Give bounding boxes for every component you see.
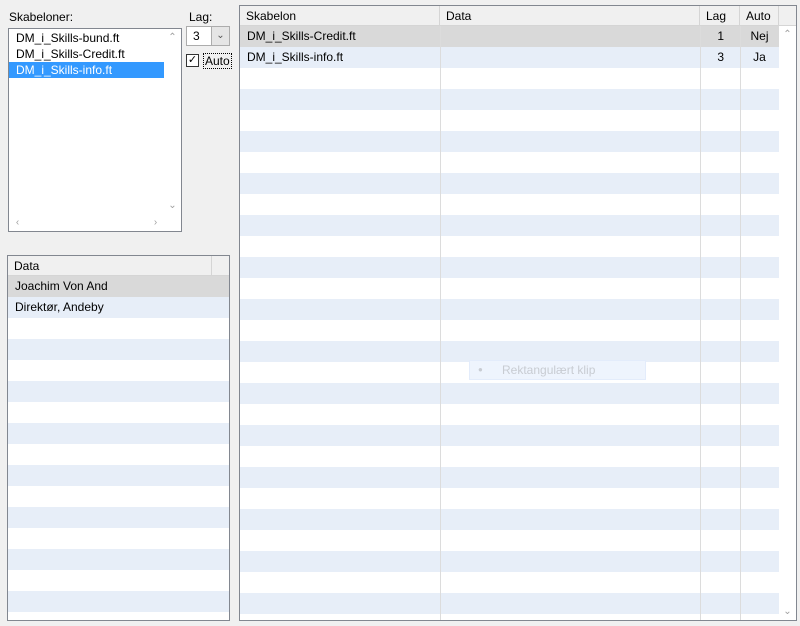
- empty-row: [8, 486, 229, 507]
- templates-listbox[interactable]: DM_i_Skills-bund.ft DM_i_Skills-Credit.f…: [8, 28, 182, 232]
- column-header-template[interactable]: Skabelon: [240, 6, 440, 26]
- ghost-menu-item: ● Rektangulært klip: [469, 360, 646, 380]
- templates-label: Skabeloner:: [9, 10, 74, 24]
- empty-row: [240, 530, 779, 551]
- main-table: Skabelon Data Lag Auto DM_i_Skills-Credi…: [239, 5, 797, 621]
- table-row[interactable]: Joachim Von And: [8, 276, 229, 297]
- empty-row: [240, 173, 779, 194]
- empty-row: [240, 593, 779, 614]
- cell-template: DM_i_Skills-info.ft: [247, 50, 344, 64]
- column-header-auto[interactable]: Auto: [740, 6, 779, 26]
- scroll-right-icon[interactable]: ›: [147, 214, 164, 231]
- empty-row: [8, 612, 229, 620]
- empty-row: [8, 549, 229, 570]
- cell-auto: Ja: [753, 50, 766, 64]
- vertical-scrollbar[interactable]: ⌃ ⌄: [779, 26, 796, 620]
- cell-template: DM_i_Skills-Credit.ft: [247, 29, 356, 43]
- empty-row: [240, 614, 779, 620]
- horizontal-scrollbar[interactable]: ‹ ›: [9, 214, 164, 231]
- layer-label: Lag:: [189, 10, 213, 24]
- empty-row: [8, 570, 229, 591]
- empty-row: [240, 278, 779, 299]
- empty-row: [240, 446, 779, 467]
- empty-row: [240, 236, 779, 257]
- empty-row: [8, 402, 229, 423]
- auto-checkbox[interactable]: ✓: [186, 54, 199, 67]
- empty-row: [8, 444, 229, 465]
- scroll-left-icon[interactable]: ‹: [9, 214, 26, 231]
- empty-row: [8, 360, 229, 381]
- empty-row: [8, 591, 229, 612]
- empty-row: [240, 131, 779, 152]
- empty-row: [8, 318, 229, 339]
- empty-row: [240, 152, 779, 173]
- template-item[interactable]: DM_i_Skills-Credit.ft: [9, 46, 166, 62]
- empty-row: [240, 572, 779, 593]
- column-header-layer[interactable]: Lag: [700, 6, 740, 26]
- cell-auto: Nej: [750, 29, 769, 43]
- bullet-icon: ●: [478, 365, 483, 374]
- empty-row: [240, 383, 779, 404]
- chevron-down-icon[interactable]: ⌄: [211, 27, 229, 45]
- column-header-data[interactable]: Data: [440, 6, 700, 26]
- cell-layer: 3: [717, 50, 724, 64]
- empty-row: [8, 423, 229, 444]
- empty-row: [8, 528, 229, 549]
- empty-row: [240, 110, 779, 131]
- empty-row: [240, 89, 779, 110]
- empty-row: [240, 299, 779, 320]
- empty-row: [8, 465, 229, 486]
- empty-row: [240, 488, 779, 509]
- empty-row: [240, 194, 779, 215]
- empty-row: [240, 404, 779, 425]
- empty-row: [240, 257, 779, 278]
- cell-layer: 1: [717, 29, 724, 43]
- empty-row: [240, 509, 779, 530]
- scroll-up-icon[interactable]: ⌃: [164, 29, 181, 46]
- empty-row: [240, 551, 779, 572]
- vertical-scrollbar[interactable]: ⌃ ⌄: [164, 29, 181, 214]
- table-row[interactable]: DM_i_Skills-Credit.ft 1 Nej: [240, 26, 779, 47]
- scroll-up-icon[interactable]: ⌃: [779, 26, 796, 43]
- auto-label[interactable]: Auto: [203, 53, 232, 69]
- empty-row: [240, 467, 779, 488]
- empty-row: [8, 339, 229, 360]
- ghost-menu-label: Rektangulært klip: [502, 363, 596, 377]
- cell-data: Joachim Von And: [15, 279, 108, 293]
- scroll-down-icon[interactable]: ⌄: [164, 197, 181, 214]
- empty-row: [240, 68, 779, 89]
- template-item[interactable]: DM_i_Skills-bund.ft: [9, 30, 166, 46]
- scroll-down-icon[interactable]: ⌄: [779, 603, 796, 620]
- empty-row: [8, 381, 229, 402]
- table-row[interactable]: DM_i_Skills-info.ft 3 Ja: [240, 47, 779, 68]
- template-item-selected[interactable]: DM_i_Skills-info.ft: [9, 62, 166, 78]
- data-table: Data Joachim Von And Direktør, Andeby: [7, 255, 230, 621]
- column-header-data[interactable]: Data: [8, 256, 212, 276]
- empty-row: [8, 507, 229, 528]
- empty-row: [240, 320, 779, 341]
- table-row[interactable]: Direktør, Andeby: [8, 297, 229, 318]
- empty-row: [240, 215, 779, 236]
- layer-value: 3: [193, 29, 200, 43]
- cell-data: Direktør, Andeby: [15, 300, 104, 314]
- empty-row: [240, 341, 779, 362]
- layer-dropdown[interactable]: 3 ⌄: [186, 26, 230, 46]
- empty-row: [240, 425, 779, 446]
